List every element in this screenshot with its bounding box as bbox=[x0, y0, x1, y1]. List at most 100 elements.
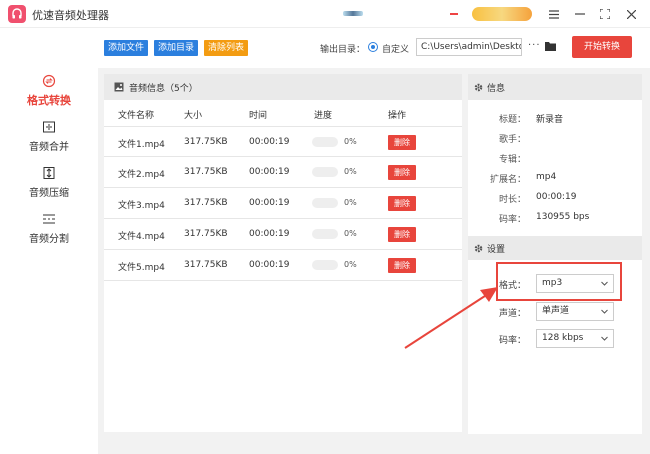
nav-label: 音频压缩 bbox=[29, 188, 69, 199]
nav-item-format-convert[interactable]: 格式转换 bbox=[0, 74, 98, 114]
delete-button[interactable]: 删除 bbox=[388, 135, 416, 150]
file-name: 文件1.mp4 bbox=[118, 140, 165, 150]
file-name: 文件5.mp4 bbox=[118, 263, 165, 273]
compress-icon bbox=[43, 167, 55, 179]
file-name: 文件2.mp4 bbox=[118, 170, 165, 180]
folder-icon[interactable] bbox=[545, 41, 556, 51]
info-value: mp4 bbox=[536, 172, 557, 182]
delete-button[interactable]: 删除 bbox=[388, 227, 416, 242]
close-icon[interactable] bbox=[622, 5, 640, 23]
file-count-title: 音频信息（5个） bbox=[129, 83, 198, 94]
more-options-icon[interactable]: ··· bbox=[528, 40, 541, 51]
info-row: 扩展名： mp4 bbox=[468, 172, 642, 186]
file-list-panel: 音频信息（5个） 文件名称 大小 时间 进度 操作 文件1.mp4 317.75K… bbox=[104, 74, 462, 432]
progress-bar bbox=[312, 260, 338, 270]
split-icon bbox=[43, 214, 55, 224]
merge-icon bbox=[43, 121, 55, 133]
maximize-icon[interactable] bbox=[596, 5, 614, 23]
channel-value: 单声道 bbox=[542, 306, 570, 316]
bitrate-select[interactable]: 128 kbps bbox=[536, 329, 614, 348]
column-header: 操作 bbox=[388, 111, 407, 121]
delete-button[interactable]: 删除 bbox=[388, 165, 416, 180]
table-row[interactable]: 文件4.mp4 317.75KB 00:00:19 0% 删除 bbox=[104, 219, 462, 250]
table-header: 文件名称 大小 时间 进度 操作 bbox=[104, 100, 462, 126]
nav-item-split[interactable]: 音频分割 bbox=[0, 212, 98, 252]
delete-button[interactable]: 删除 bbox=[388, 258, 416, 273]
app-logo-icon bbox=[8, 5, 26, 23]
left-nav: 格式转换 音频合并 音频压缩 音频分割 bbox=[0, 28, 98, 454]
nav-label: 格式转换 bbox=[27, 94, 71, 107]
output-path-input[interactable]: C:\Users\admin\Deskto bbox=[416, 38, 522, 56]
progress-percent: 0% bbox=[344, 137, 357, 146]
chevron-down-icon bbox=[601, 309, 608, 314]
info-row: 专辑： bbox=[468, 152, 642, 166]
gear-icon bbox=[474, 83, 483, 91]
nav-item-merge[interactable]: 音频合并 bbox=[0, 120, 98, 160]
file-size: 317.75KB bbox=[184, 260, 228, 270]
file-duration: 00:00:19 bbox=[249, 137, 290, 147]
file-duration: 00:00:19 bbox=[249, 198, 290, 208]
info-title: 信息 bbox=[487, 83, 506, 94]
bitrate-label: 码率： bbox=[498, 336, 526, 346]
file-duration: 00:00:19 bbox=[249, 229, 290, 239]
channel-select[interactable]: 单声道 bbox=[536, 302, 614, 321]
info-row: 码率： 130955 bps bbox=[468, 212, 642, 226]
column-header: 文件名称 bbox=[118, 111, 155, 121]
gear-icon bbox=[474, 244, 483, 252]
output-dir-label: 输出目录： bbox=[320, 45, 366, 55]
channel-setting: 声道： 单声道 bbox=[468, 302, 642, 322]
bitrate-value: 128 kbps bbox=[542, 333, 584, 343]
info-label: 标题： bbox=[498, 115, 526, 125]
progress-bar bbox=[312, 137, 338, 147]
info-label: 专辑： bbox=[498, 155, 526, 165]
info-value: 130955 bps bbox=[536, 212, 590, 222]
nav-item-compress[interactable]: 音频压缩 bbox=[0, 166, 98, 206]
file-name: 文件4.mp4 bbox=[118, 232, 165, 242]
column-header: 时间 bbox=[249, 111, 268, 121]
image-icon bbox=[114, 82, 124, 92]
minimize-icon[interactable] bbox=[571, 5, 589, 23]
info-label: 扩展名： bbox=[489, 175, 526, 185]
column-header: 进度 bbox=[314, 111, 333, 121]
column-header: 大小 bbox=[184, 111, 203, 121]
file-size: 317.75KB bbox=[184, 229, 228, 239]
titlebar-badge[interactable] bbox=[472, 7, 532, 21]
chevron-down-icon bbox=[601, 336, 608, 341]
info-value: 新录音 bbox=[536, 115, 564, 125]
info-value: 00:00:19 bbox=[536, 192, 577, 202]
titlebar-decoration-red bbox=[450, 13, 458, 15]
table-row[interactable]: 文件5.mp4 317.75KB 00:00:19 0% 删除 bbox=[104, 250, 462, 281]
title-bar: 优速音频处理器 bbox=[0, 0, 650, 28]
format-highlight-box bbox=[496, 262, 622, 301]
format-convert-icon bbox=[42, 74, 56, 88]
progress-percent: 0% bbox=[344, 260, 357, 269]
settings-title: 设置 bbox=[487, 244, 506, 255]
bitrate-setting: 码率： 128 kbps bbox=[468, 329, 642, 349]
add-file-button[interactable]: 添加文件 bbox=[104, 40, 149, 56]
table-row[interactable]: 文件3.mp4 317.75KB 00:00:19 0% 删除 bbox=[104, 188, 462, 219]
progress-bar bbox=[312, 229, 338, 239]
file-size: 317.75KB bbox=[184, 198, 228, 208]
progress-percent: 0% bbox=[344, 167, 357, 176]
table-row[interactable]: 文件2.mp4 317.75KB 00:00:19 0% 删除 bbox=[104, 157, 462, 188]
table-row[interactable]: 文件1.mp4 317.75KB 00:00:19 0% 删除 bbox=[104, 126, 462, 157]
start-convert-button[interactable]: 开始转换 bbox=[572, 36, 632, 58]
add-folder-button[interactable]: 添加目录 bbox=[154, 40, 199, 56]
menu-icon[interactable] bbox=[545, 5, 563, 23]
progress-percent: 0% bbox=[344, 229, 357, 238]
nav-label: 音频分割 bbox=[29, 234, 69, 245]
file-duration: 00:00:19 bbox=[249, 260, 290, 270]
file-name: 文件3.mp4 bbox=[118, 201, 165, 211]
info-row: 标题： 新录音 bbox=[468, 112, 642, 126]
progress-percent: 0% bbox=[344, 198, 357, 207]
delete-button[interactable]: 删除 bbox=[388, 196, 416, 211]
clear-list-button[interactable]: 清除列表 bbox=[204, 40, 249, 56]
app-title: 优速音频处理器 bbox=[32, 9, 109, 22]
custom-radio[interactable] bbox=[368, 42, 378, 52]
progress-bar bbox=[312, 167, 338, 177]
info-panel: 信息 标题： 新录音 歌手： 专辑： 扩展名： mp4 时长： 00:00:19 码率： 1309… bbox=[468, 74, 642, 434]
file-size: 317.75KB bbox=[184, 137, 228, 147]
info-row: 歌手： bbox=[468, 132, 642, 146]
nav-label: 音频合并 bbox=[29, 142, 69, 153]
titlebar-decoration bbox=[343, 11, 363, 16]
